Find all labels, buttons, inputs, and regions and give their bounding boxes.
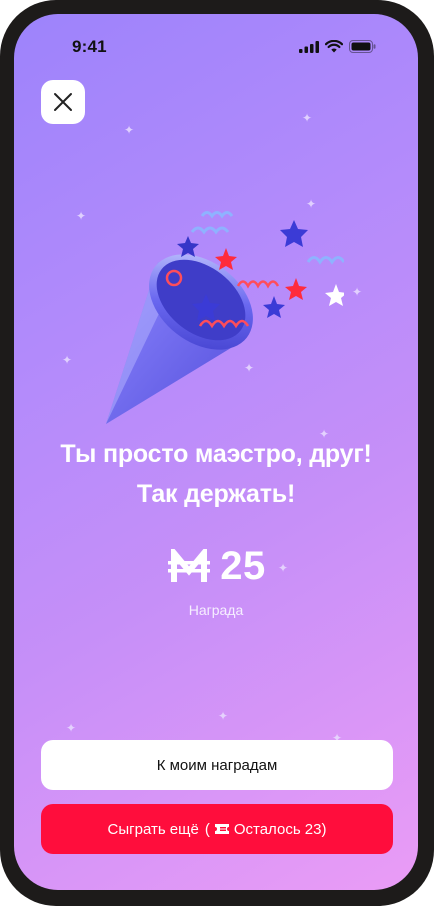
success-message: Ты просто маэстро, друг! Так держать! bbox=[14, 434, 418, 514]
sparkle-icon: ✦ bbox=[66, 721, 77, 735]
status-icons bbox=[299, 40, 376, 53]
sparkle-icon: ✦ bbox=[124, 123, 135, 137]
sparkle-icon: ✦ bbox=[218, 709, 229, 723]
battery-icon bbox=[349, 40, 376, 53]
play-again-label: Сыграть ещё bbox=[107, 820, 199, 838]
wifi-icon bbox=[325, 40, 343, 53]
my-rewards-label: К моим наградам bbox=[156, 756, 278, 774]
message-line-2: Так держать! bbox=[136, 480, 296, 508]
ticket-icon bbox=[214, 824, 229, 834]
close-button[interactable] bbox=[41, 80, 85, 124]
sparkle-icon: ✦ bbox=[76, 209, 87, 223]
currency-icon bbox=[168, 548, 211, 582]
sparkle-icon: ✦ bbox=[352, 285, 363, 299]
sparkle-icon: ✦ bbox=[302, 111, 313, 125]
party-popper-illustration bbox=[106, 211, 344, 424]
remaining-label: Осталось 23) bbox=[233, 820, 327, 838]
my-rewards-button[interactable]: К моим наградам bbox=[41, 740, 393, 790]
status-bar: 9:41 bbox=[14, 14, 418, 74]
device-frame: 9:41 ✦ ✦ ✦ ✦ ✦ ✦ ✦ ✦ ✦ ✦ ✦ ✦ Ты просто м… bbox=[0, 0, 434, 906]
attempts-remaining: ( Осталось 23) bbox=[205, 821, 327, 838]
signal-icon bbox=[299, 40, 319, 53]
close-icon bbox=[54, 93, 72, 111]
status-time: 9:41 bbox=[72, 37, 107, 56]
sparkle-icon: ✦ bbox=[62, 353, 73, 367]
reward-amount-row: 25 bbox=[14, 544, 418, 589]
message-line-1: Ты просто маэстро, друг! bbox=[60, 440, 372, 468]
screen: 9:41 ✦ ✦ ✦ ✦ ✦ ✦ ✦ ✦ ✦ ✦ ✦ ✦ Ты просто м… bbox=[14, 14, 418, 890]
play-again-button[interactable]: Сыграть ещё ( Осталось 23) bbox=[41, 804, 393, 854]
reward-caption: Награда bbox=[188, 602, 244, 618]
remaining-prefix: ( bbox=[204, 820, 210, 838]
reward-amount: 25 bbox=[220, 544, 266, 588]
